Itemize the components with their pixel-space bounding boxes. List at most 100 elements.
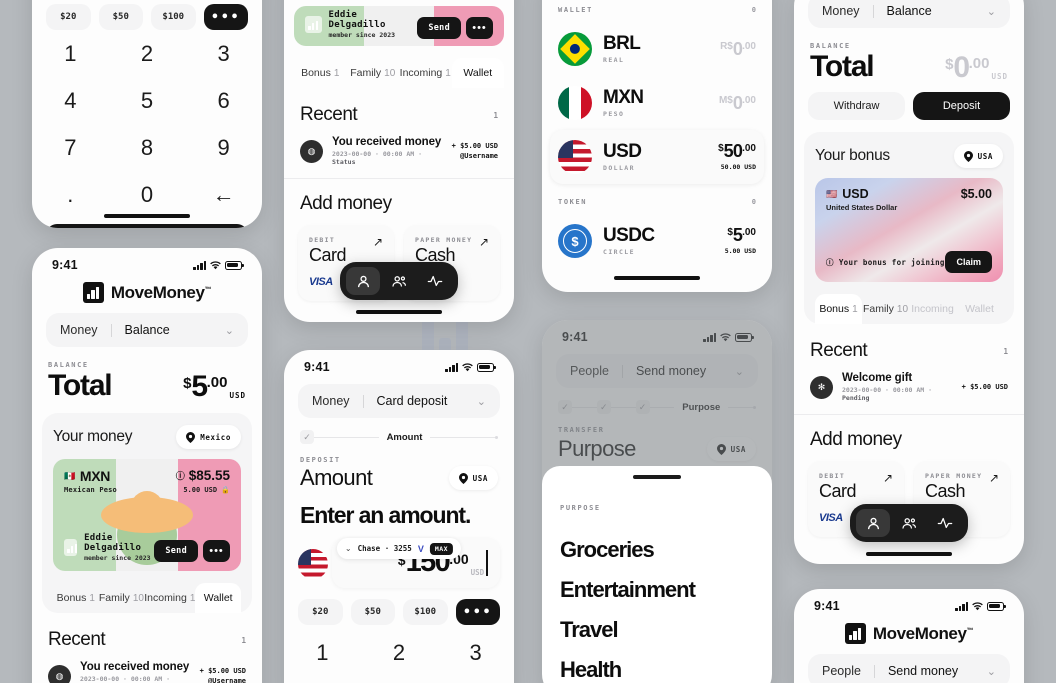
tab-family[interactable]: Family 10 [99, 583, 145, 613]
chevron-down-icon[interactable]: ⌄ [225, 324, 234, 337]
quick-amount-50[interactable]: $50 [350, 599, 395, 626]
phone-bonus-screen: Money Balance ⌄ BALANCE Total $ 0 .00 US… [794, 0, 1024, 564]
key-4[interactable]: 4 [32, 77, 109, 124]
dock-activity-icon[interactable] [928, 509, 962, 537]
wallet-row-usdc[interactable]: $ USDC CIRCLE $5.00 5.00 USD [542, 214, 772, 268]
mexico-flag-icon [558, 86, 592, 120]
location-pill-mexico[interactable]: Mexico [176, 425, 241, 449]
wallet-row-brl[interactable]: BRL REAL R$ 0.00 [542, 22, 772, 76]
bonus-card-bottom: ⓘ Your bonus for joining Claim [826, 251, 992, 273]
key-7[interactable]: 7 [32, 124, 109, 171]
key-1[interactable]: 1 [32, 30, 109, 77]
tab-bonus[interactable]: Bonus 1 [294, 58, 347, 88]
deposit-button[interactable]: Deposit [913, 92, 1010, 120]
card-name: Cash [925, 481, 966, 501]
chevron-down-icon[interactable]: ⌄ [477, 395, 486, 408]
dock-people-icon[interactable] [892, 509, 926, 537]
context-left-label: Money [60, 323, 98, 337]
context-switcher[interactable]: People Send money ⌄ [808, 654, 1010, 683]
key-2[interactable]: 2 [361, 629, 438, 676]
status-icons [193, 260, 244, 270]
quick-amount-50[interactable]: $50 [98, 4, 143, 30]
dock-people-icon[interactable] [382, 267, 416, 295]
recent-count: 1 [1003, 346, 1008, 356]
bank-selector-chip[interactable]: ⌄ Chase · 3255 V MAX [336, 538, 462, 560]
location-pill-usa[interactable]: USA [706, 437, 756, 461]
quick-amount-more[interactable]: ••• [203, 4, 248, 30]
transaction-row[interactable]: ◍ You received money 2023-00-00 · 00:00 … [32, 659, 262, 683]
context-switcher[interactable]: Money Balance ⌄ [808, 0, 1010, 28]
usd-bonus-card[interactable]: 🇺🇸 USD United States Dollar $5.00 ⓘ Your… [815, 178, 1003, 282]
total-decimals: .00 [206, 374, 228, 392]
card-more-button[interactable]: ••• [466, 17, 493, 39]
purpose-option-groceries[interactable]: Groceries [560, 523, 754, 563]
tab-wallet[interactable]: Wallet [956, 294, 1003, 324]
bottom-dock [850, 504, 968, 542]
card-more-button[interactable]: ••• [203, 540, 230, 562]
key-backspace[interactable]: ← [185, 171, 262, 218]
key-2[interactable]: 2 [109, 30, 186, 77]
chevron-down-icon[interactable]: ⌄ [735, 365, 744, 378]
deposit-headline: Enter an amount. [300, 502, 471, 529]
app-logo: MoveMoney™ [794, 617, 1024, 654]
context-switcher[interactable]: People Send money ⌄ [556, 354, 758, 388]
purpose-option-entertainment[interactable]: Entertainment [560, 563, 754, 603]
send-button[interactable]: Send [154, 540, 198, 562]
key-0[interactable]: 0 [109, 171, 186, 218]
wallet-row-usd[interactable]: USD DOLLAR $50.00 50.00 USD [550, 130, 764, 184]
withdraw-button[interactable]: Withdraw [808, 92, 905, 120]
quick-amount-20[interactable]: $20 [46, 4, 91, 30]
purpose-option-health[interactable]: Health [560, 643, 754, 683]
recent-count: 1 [241, 635, 246, 645]
quick-amount-100[interactable]: $100 [403, 599, 448, 626]
chevron-down-icon[interactable]: ⌄ [987, 665, 996, 678]
tab-wallet[interactable]: Wallet [195, 583, 241, 613]
arrow-up-right-icon: ↗ [478, 235, 489, 249]
tab-incoming[interactable]: Incoming 1 [399, 58, 452, 88]
dock-activity-icon[interactable] [418, 267, 452, 295]
tab-wallet[interactable]: Wallet [451, 58, 504, 88]
context-switcher[interactable]: Money Balance ⌄ [46, 313, 248, 347]
quick-amount-20[interactable]: $20 [298, 599, 343, 626]
currency-name: REAL [603, 56, 625, 64]
key-3[interactable]: 3 [185, 30, 262, 77]
location-pill-usa[interactable]: USA [448, 466, 498, 491]
claim-button[interactable]: Claim [945, 251, 992, 273]
tab-incoming[interactable]: Incoming [909, 294, 956, 324]
quick-amount-100[interactable]: $100 [151, 4, 196, 30]
transaction-row[interactable]: ✻ Welcome gift 2023-00-00 · 00:00 AM · P… [794, 370, 1024, 415]
chevron-down-icon[interactable]: ⌄ [345, 544, 352, 553]
tab-bonus[interactable]: Bonus 1 [53, 583, 99, 613]
key-6[interactable]: 6 [185, 77, 262, 124]
max-button[interactable]: MAX [429, 542, 454, 555]
key-9[interactable]: 9 [185, 124, 262, 171]
tab-family[interactable]: Family 10 [862, 294, 909, 324]
wallet-row-mxn[interactable]: MXN PESO M$ 0.00 [542, 76, 772, 130]
context-switcher[interactable]: Money Card deposit ⌄ [298, 384, 500, 418]
dock-person-icon[interactable] [856, 509, 890, 537]
panel-title: Your money [53, 428, 133, 445]
preview-purchase-button[interactable]: Preview Purchase [46, 224, 248, 228]
card-owner: Eddie Delgadillo member since 2023 [64, 533, 154, 562]
total-currency: $ [945, 56, 954, 74]
mxn-money-card-partial[interactable]: Eddie Delgadillo member since 2023 Send … [294, 6, 504, 46]
dock-person-icon[interactable] [346, 267, 380, 295]
key-dot[interactable]: . [32, 171, 109, 218]
tab-family[interactable]: Family 10 [347, 58, 400, 88]
purpose-option-travel[interactable]: Travel [560, 603, 754, 643]
chevron-down-icon[interactable]: ⌄ [987, 5, 996, 18]
key-5[interactable]: 5 [109, 77, 186, 124]
send-button[interactable]: Send [417, 17, 461, 39]
key-8[interactable]: 8 [109, 124, 186, 171]
status-time: 9:41 [52, 258, 78, 272]
key-1[interactable]: 1 [284, 629, 361, 676]
location-pill-usa[interactable]: USA [953, 144, 1003, 168]
mxn-money-card[interactable]: 🇲🇽 MXN Mexican Peso ⓘ $85.55 5.00 USD 🔒 [53, 459, 241, 571]
transaction-title: You received money [332, 136, 442, 148]
quick-amount-more[interactable]: ••• [455, 599, 500, 626]
currency-name: PESO [603, 110, 625, 118]
key-3[interactable]: 3 [437, 629, 514, 676]
tab-incoming[interactable]: Incoming 1 [144, 583, 195, 613]
tab-bonus[interactable]: Bonus 1 [815, 294, 862, 324]
transaction-row[interactable]: ◍ You received money 2023-00-00 · 00:00 … [284, 134, 514, 179]
